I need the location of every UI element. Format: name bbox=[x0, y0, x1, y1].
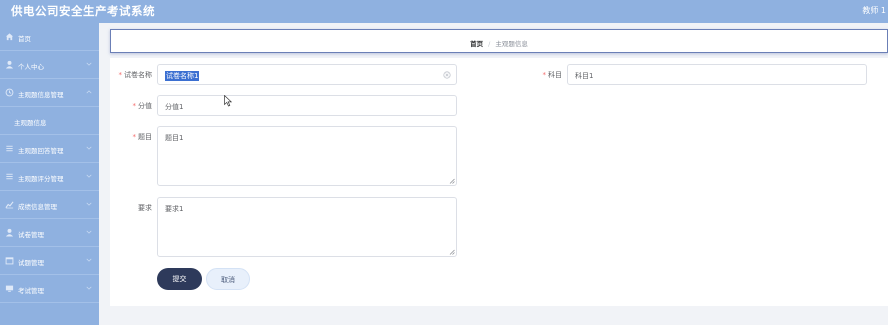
sidebar-item-subjective-info-mgmt[interactable]: 主观题信息管理 bbox=[0, 79, 99, 107]
score-label: * 分值 bbox=[112, 101, 153, 111]
sidebar-item-label: 首页 bbox=[18, 35, 31, 43]
app-title: 供电公司安全生产考试系统 bbox=[11, 4, 155, 18]
breadcrumb-home[interactable]: 首页 bbox=[470, 40, 483, 48]
subject-label-text: 科目 bbox=[548, 71, 562, 79]
subject-input[interactable]: 科目1 bbox=[567, 64, 867, 85]
user-name[interactable]: 教师 1 bbox=[862, 5, 886, 16]
sidebar-item-label: 主观题信息管理 bbox=[18, 91, 64, 99]
chevron-down-icon bbox=[85, 200, 93, 208]
required-mark: * bbox=[132, 133, 137, 141]
chart-icon bbox=[5, 200, 14, 209]
required-mark: * bbox=[118, 71, 123, 79]
sidebar-item-score-mgmt[interactable]: 成绩信息管理 bbox=[0, 191, 99, 219]
chevron-down-icon bbox=[85, 60, 93, 68]
home-icon bbox=[5, 32, 14, 41]
chevron-down-icon bbox=[85, 284, 93, 292]
subject-value: 科目1 bbox=[575, 72, 594, 80]
top-bar: 供电公司安全生产考试系统 教师 1 bbox=[0, 0, 888, 23]
sidebar-item-label: 考试管理 bbox=[18, 287, 44, 295]
resize-handle-icon[interactable] bbox=[449, 178, 455, 184]
breadcrumb-current: 主观题信息 bbox=[495, 40, 528, 48]
score-input[interactable]: 分值1 bbox=[157, 95, 457, 116]
paper-name-value: 试卷名称1 bbox=[165, 71, 200, 81]
chevron-down-icon bbox=[85, 144, 93, 152]
sidebar-item-subjective-info[interactable]: 主观题信息 bbox=[0, 107, 99, 135]
requirement-label: 要求 bbox=[112, 203, 152, 213]
required-mark: * bbox=[542, 71, 547, 79]
sidebar-item-label: 试卷管理 bbox=[18, 231, 44, 239]
sidebar-item-question-mgmt[interactable]: 试题管理 bbox=[0, 247, 99, 275]
chevron-down-icon bbox=[85, 172, 93, 180]
question-label: * 题目 bbox=[112, 132, 153, 142]
sidebar-item-paper-mgmt[interactable]: 试卷管理 bbox=[0, 219, 99, 247]
breadcrumb-card: 首页 / 主观题信息 bbox=[110, 29, 888, 53]
paper-name-label: * 试卷名称 bbox=[112, 70, 153, 80]
sidebar-item-label: 主观题信息 bbox=[14, 119, 47, 127]
user-icon bbox=[5, 60, 14, 69]
clear-icon[interactable] bbox=[443, 71, 451, 79]
sidebar-item-exam-mgmt[interactable]: 考试管理 bbox=[0, 275, 99, 303]
breadcrumb-separator: / bbox=[488, 40, 491, 48]
resize-handle-icon[interactable] bbox=[449, 249, 455, 255]
monitor-icon bbox=[5, 284, 14, 293]
paper-name-input[interactable]: 试卷名称1 bbox=[157, 64, 457, 85]
requirement-label-text: 要求 bbox=[138, 204, 152, 212]
sidebar-item-answer-mgmt[interactable]: 主观题回答管理 bbox=[0, 135, 99, 163]
chevron-up-icon bbox=[85, 88, 93, 96]
question-textarea[interactable]: 题目1 bbox=[157, 126, 457, 186]
calendar-icon bbox=[5, 256, 14, 265]
sidebar-item-label: 主观题回答管理 bbox=[18, 147, 64, 155]
clock-icon bbox=[5, 88, 14, 97]
chevron-down-icon bbox=[85, 256, 93, 264]
requirement-textarea[interactable]: 要求1 bbox=[157, 197, 457, 257]
submit-button[interactable]: 提交 bbox=[157, 268, 202, 290]
cancel-button[interactable]: 取消 bbox=[206, 268, 250, 290]
required-mark: * bbox=[132, 102, 137, 110]
mouse-cursor-icon bbox=[224, 92, 233, 107]
score-label-text: 分值 bbox=[138, 102, 152, 110]
question-label-text: 题目 bbox=[138, 133, 152, 141]
sidebar-item-label: 个人中心 bbox=[18, 63, 44, 71]
subject-label: * 科目 bbox=[530, 70, 563, 80]
list-icon bbox=[5, 172, 14, 181]
sidebar-item-home[interactable]: 首页 bbox=[0, 23, 99, 51]
requirement-value: 要求1 bbox=[165, 205, 184, 213]
sidebar-item-label: 主观题评分管理 bbox=[18, 175, 64, 183]
paper-name-label-text: 试卷名称 bbox=[124, 71, 152, 79]
sidebar-item-grading-mgmt[interactable]: 主观题评分管理 bbox=[0, 163, 99, 191]
sidebar-item-profile[interactable]: 个人中心 bbox=[0, 51, 99, 79]
breadcrumb: 首页 / 主观题信息 bbox=[111, 38, 887, 48]
score-value: 分值1 bbox=[165, 103, 184, 111]
question-value: 题目1 bbox=[165, 134, 184, 142]
sidebar: 首页 个人中心 主观题信息管理 主观题信息 主观题回答管理 主观题评分管理 成绩… bbox=[0, 23, 99, 325]
list-icon bbox=[5, 144, 14, 153]
chevron-down-icon bbox=[85, 228, 93, 236]
user-icon bbox=[5, 228, 14, 237]
sidebar-item-label: 试题管理 bbox=[18, 259, 44, 267]
sidebar-item-label: 成绩信息管理 bbox=[18, 203, 57, 211]
